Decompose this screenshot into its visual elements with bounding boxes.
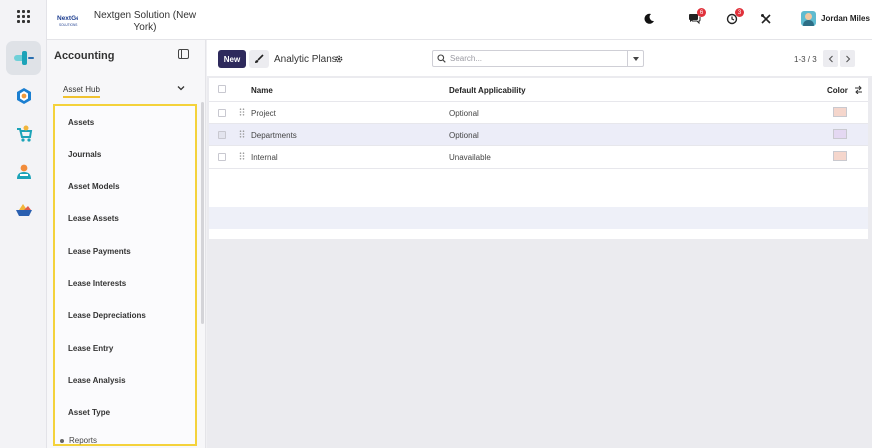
column-default-applicability[interactable]: Default Applicability	[449, 86, 526, 95]
table-row[interactable]: Internal Unavailable	[209, 146, 868, 169]
pager-previous-button[interactable]	[823, 50, 838, 67]
table-footer-row	[209, 207, 868, 229]
drag-handle-icon[interactable]	[239, 152, 245, 160]
cell-applicability: Unavailable	[449, 153, 491, 162]
bullet-icon	[60, 439, 64, 443]
row-checkbox[interactable]	[218, 109, 226, 117]
cell-name: Departments	[251, 131, 297, 140]
chevron-right-icon	[845, 55, 850, 62]
inventory-app-icon[interactable]	[6, 193, 41, 227]
new-button[interactable]: New	[218, 50, 246, 68]
app-rail	[0, 0, 47, 448]
sales-app-icon[interactable]	[6, 117, 41, 151]
drag-handle-icon[interactable]	[239, 130, 245, 138]
debug-tools-icon[interactable]	[759, 12, 773, 26]
sidebar-item-lease-interests[interactable]: Lease Interests	[68, 279, 126, 288]
caret-down-icon	[632, 56, 639, 61]
row-checkbox[interactable]	[218, 153, 226, 161]
avatar	[801, 11, 816, 26]
control-panel: New Analytic Plans 1-3 / 3	[207, 40, 872, 76]
accounting-app-icon[interactable]	[6, 41, 41, 75]
color-swatch[interactable]	[833, 151, 847, 161]
search-options-toggle[interactable]	[627, 51, 643, 66]
chevron-left-icon	[828, 55, 833, 62]
cell-applicability: Optional	[449, 109, 479, 118]
column-name[interactable]: Name	[251, 86, 273, 95]
invoicing-app-icon[interactable]	[6, 79, 41, 113]
table-row[interactable]: Departments Optional	[209, 124, 868, 146]
breadcrumb-title: Analytic Plans	[274, 54, 337, 65]
activities-badge: 3	[735, 8, 744, 17]
sidebar-item-lease-entry[interactable]: Lease Entry	[68, 344, 113, 353]
sidebar-scrollbar[interactable]	[201, 102, 204, 324]
pager-value[interactable]: 1-3 / 3	[794, 55, 817, 64]
column-color[interactable]: Color	[827, 86, 848, 95]
company-switcher[interactable]: Nextgen Solution (New York)	[90, 10, 200, 34]
sidebar-item-asset-models[interactable]: Asset Models	[68, 182, 120, 191]
svg-text:NextGen: NextGen	[57, 15, 78, 22]
chevron-down-icon[interactable]	[177, 84, 185, 92]
user-menu[interactable]: Jordan Miles	[801, 11, 870, 26]
analytic-plans-table: Name Default Applicability Color Project…	[209, 78, 868, 239]
brush-button[interactable]	[249, 50, 269, 68]
svg-text:SOLUTIONS: SOLUTIONS	[59, 23, 77, 27]
main-content: New Analytic Plans 1-3 / 3	[207, 40, 872, 448]
sidebar-item-journals[interactable]: Journals	[68, 150, 101, 159]
activities-icon[interactable]: 3	[725, 8, 744, 26]
row-checkbox[interactable]	[218, 131, 226, 139]
messages-icon[interactable]: 6	[687, 8, 706, 26]
sidebar-item-lease-depreciations[interactable]: Lease Depreciations	[68, 311, 146, 320]
sidebar: Accounting Asset Hub Assets Journals Ass…	[47, 40, 206, 448]
sidebar-item-asset-type[interactable]: Asset Type	[68, 408, 110, 417]
sidebar-section-asset-hub[interactable]: Asset Hub	[63, 85, 100, 98]
search-icon	[437, 54, 446, 63]
sidebar-item-reports[interactable]: Reports	[69, 436, 97, 445]
top-navbar: NextGen SOLUTIONS Nextgen Solution (New …	[47, 0, 872, 40]
table-header: Name Default Applicability Color	[209, 78, 868, 102]
cell-applicability: Optional	[449, 131, 479, 140]
cell-name: Project	[251, 109, 276, 118]
search-input[interactable]	[450, 53, 620, 64]
pager-next-button[interactable]	[840, 50, 855, 67]
drag-handle-icon[interactable]	[239, 108, 245, 116]
messages-badge: 6	[697, 8, 706, 17]
apps-icon[interactable]	[17, 10, 30, 23]
select-all-checkbox[interactable]	[218, 85, 226, 93]
color-swatch[interactable]	[833, 129, 847, 139]
table-row[interactable]: Project Optional	[209, 102, 868, 124]
color-swatch[interactable]	[833, 107, 847, 117]
contacts-app-icon[interactable]	[6, 155, 41, 189]
cell-name: Internal	[251, 153, 278, 162]
sidebar-item-lease-analysis[interactable]: Lease Analysis	[68, 376, 126, 385]
dark-mode-icon[interactable]	[642, 12, 656, 26]
sidebar-title: Accounting	[54, 50, 115, 62]
brush-icon	[255, 54, 264, 63]
sidebar-toggle-icon[interactable]	[178, 49, 189, 59]
sidebar-item-assets[interactable]: Assets	[68, 118, 94, 127]
asset-hub-menu: Assets Journals Asset Models Lease Asset…	[53, 104, 197, 446]
gear-icon[interactable]	[335, 55, 343, 63]
company-logo: NextGen SOLUTIONS	[56, 11, 84, 29]
sidebar-item-lease-payments[interactable]: Lease Payments	[68, 247, 131, 256]
optional-columns-icon[interactable]	[854, 85, 863, 94]
user-name: Jordan Miles	[821, 14, 870, 23]
sidebar-item-lease-assets[interactable]: Lease Assets	[68, 214, 119, 223]
search-bar	[432, 50, 644, 67]
